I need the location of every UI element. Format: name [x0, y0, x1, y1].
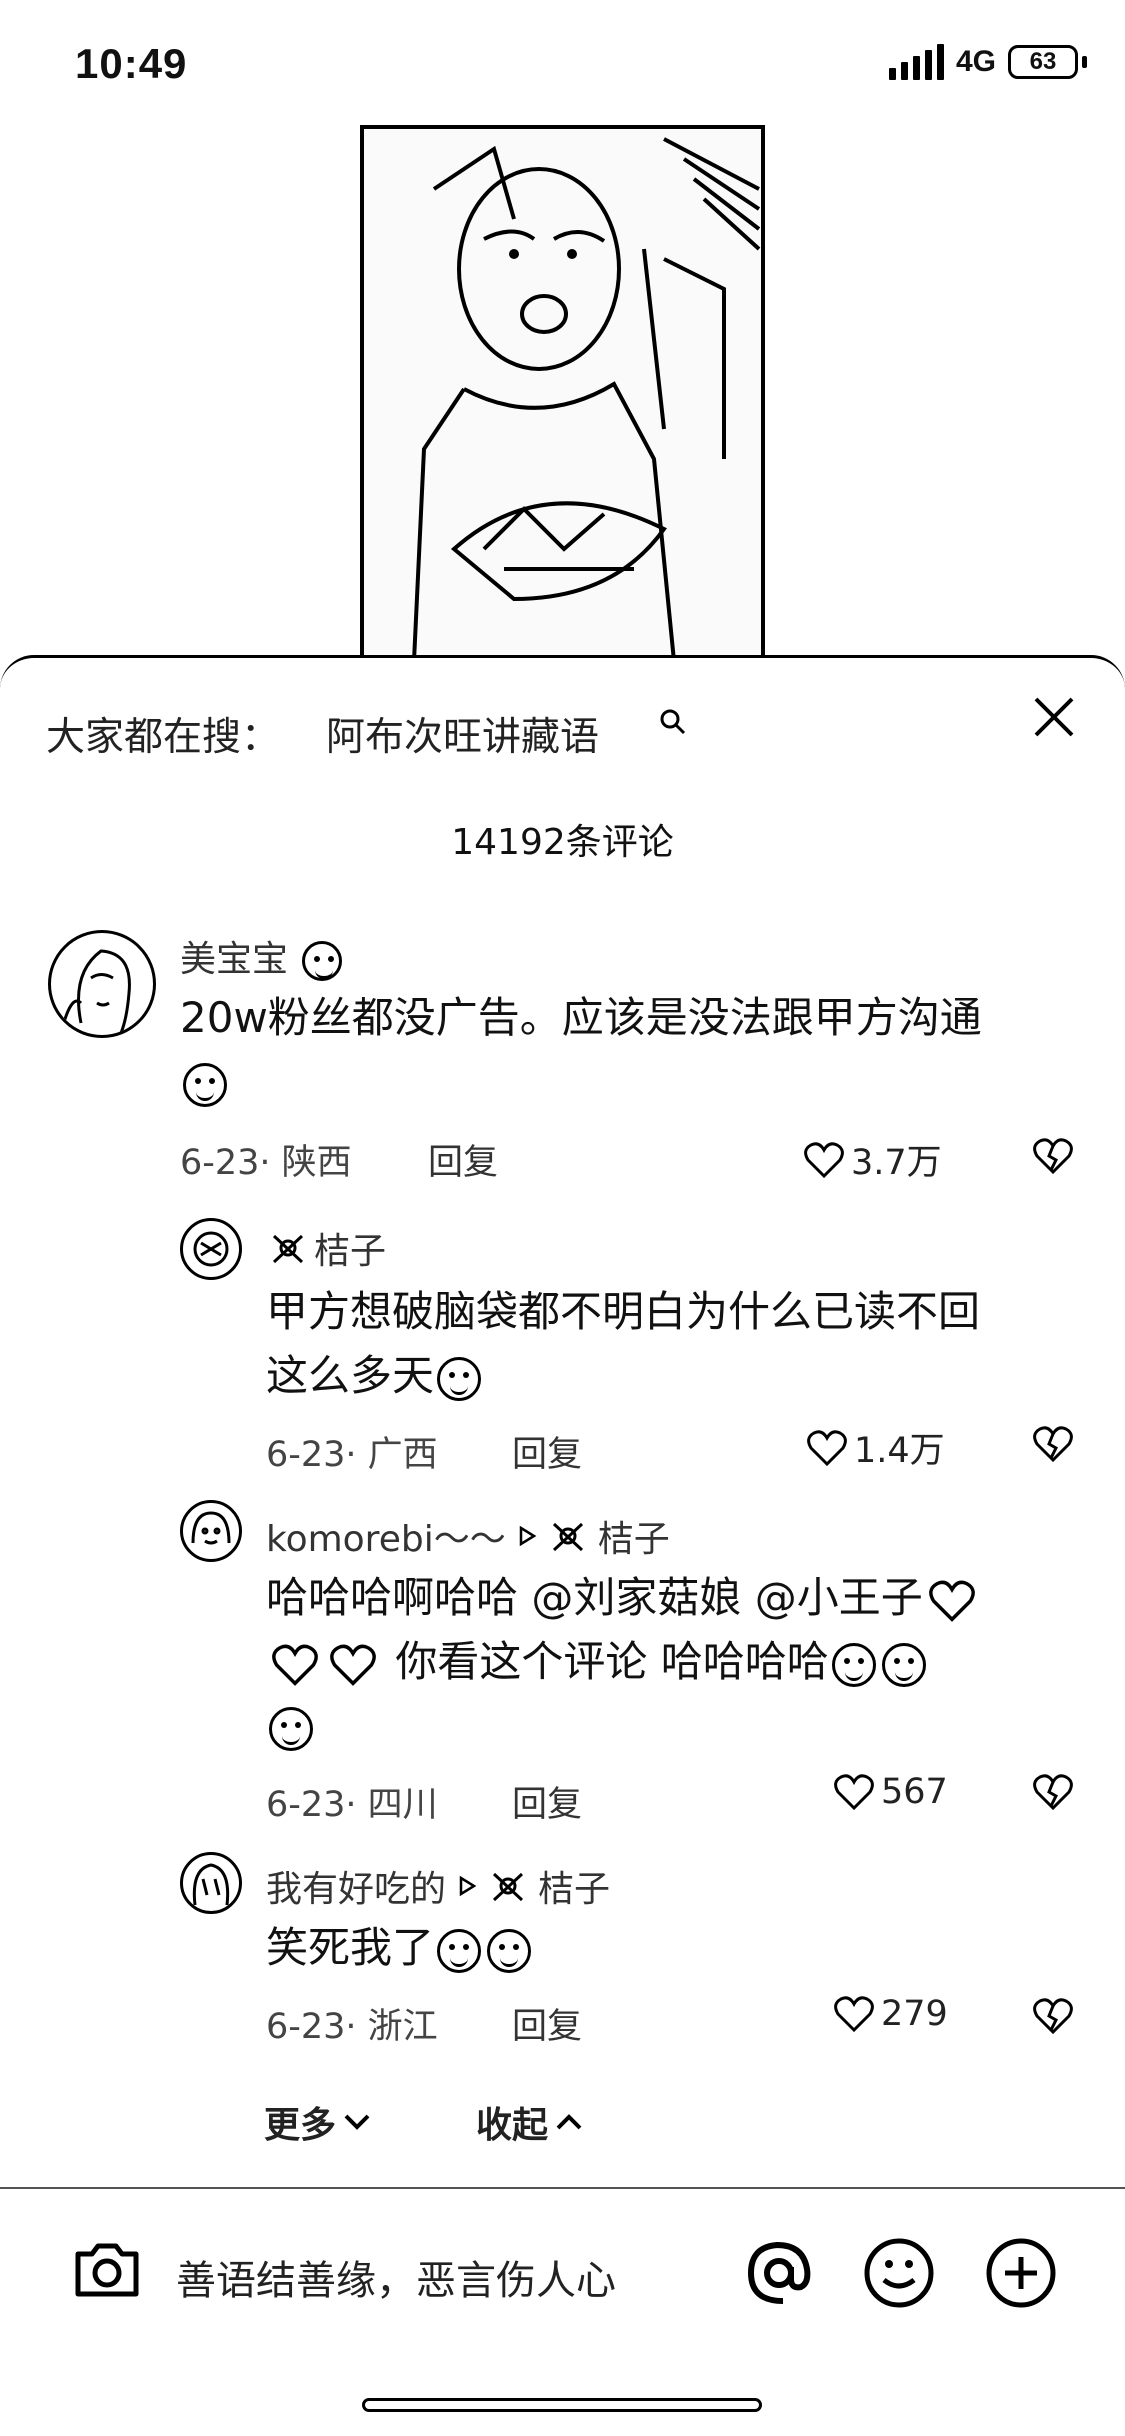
laugh-icon [183, 1062, 227, 1107]
add-icon[interactable] [984, 2236, 1058, 2310]
comment-text-body: 笑死我了 [266, 1923, 435, 1972]
comment-username[interactable]: komorebi～～ 桔子 [266, 1510, 670, 1562]
laugh-icon [881, 1642, 926, 1687]
avatar-image [59, 949, 131, 1034]
avatar-image [192, 1863, 230, 1906]
avatar[interactable] [180, 1852, 242, 1914]
signal-icon [888, 44, 944, 80]
home-indicator[interactable] [362, 2398, 762, 2412]
avatar[interactable] [180, 1500, 242, 1562]
comment-input[interactable]: 善语结善缘，恶言伤人心 [176, 2248, 616, 2306]
comment-text-body: 20w粉丝都没广告。应该是没法跟甲方沟通 [180, 993, 982, 1042]
network-type: 4G [955, 45, 996, 78]
avatar[interactable] [180, 1218, 242, 1280]
comment-count: 14192条评论 [451, 822, 674, 863]
avatar[interactable] [48, 930, 156, 1038]
status-indicators: 4G 63 [888, 44, 1087, 80]
dislike-icon[interactable] [1032, 1424, 1074, 1464]
heart-icon [807, 1429, 847, 1466]
laugh-icon [269, 1706, 313, 1751]
comment-date-location: 6-23· 浙江 [266, 2007, 438, 2047]
more-label: 更多 [264, 2105, 337, 2146]
badge-icon [552, 1522, 583, 1552]
search-suggest-term[interactable]: 阿布次旺讲藏语 [326, 706, 599, 762]
like-count: 3.7万 [851, 1143, 942, 1183]
comment-username[interactable]: 我有好吃的 桔子 [266, 1860, 610, 1912]
camera-icon[interactable] [72, 2240, 142, 2300]
reply-arrow-icon [459, 1875, 477, 1897]
comment-text: 笑死我了 [266, 1916, 1066, 1980]
username-text: komorebi～～ [266, 1519, 506, 1560]
like-button[interactable]: 3.7万 [803, 1134, 942, 1185]
comment-date-location: 6-23· 广西 [266, 1435, 438, 1475]
like-count: 1.4万 [854, 1431, 945, 1471]
comment-username[interactable]: 美宝宝 [180, 930, 345, 982]
reply-button[interactable]: 回复 [428, 1134, 498, 1185]
like-button[interactable]: 567 [833, 1772, 948, 1812]
reply-to-username: 桔子 [538, 1869, 611, 1910]
heart-icon [834, 1996, 874, 2033]
comment-text-line: 甲方想破脑袋都不明白为什么已读不回 [266, 1287, 981, 1336]
smiley-icon [302, 941, 343, 981]
reply-button[interactable]: 回复 [512, 1426, 582, 1477]
username-text: 桔子 [314, 1231, 387, 1272]
battery-icon: 63 [1008, 45, 1078, 79]
input-divider [0, 2187, 1125, 2189]
avatar-image [193, 1231, 229, 1267]
comment-text-line: 这么多天 [266, 1351, 435, 1400]
search-suggest-prefix: 大家都在搜： [46, 715, 281, 760]
reply-button[interactable]: 回复 [512, 1776, 582, 1827]
battery-tip [1082, 56, 1087, 68]
like-count: 567 [881, 1772, 948, 1812]
chevron-down-icon [344, 2114, 370, 2130]
more-replies-button[interactable]: 更多 [264, 2096, 372, 2148]
comment-text: 甲方想破脑袋都不明白为什么已读不回 这么多天 [266, 1280, 1066, 1408]
avatar-image [191, 1511, 231, 1545]
search-icon[interactable] [657, 707, 689, 739]
comment-text: 哈哈哈啊哈哈 @刘家菇娘 @小王子 你看这个评论 哈哈哈哈 [266, 1566, 1066, 1758]
video-thumbnail[interactable] [360, 125, 765, 665]
emoji-icon[interactable] [862, 2236, 936, 2310]
laugh-icon [831, 1642, 876, 1687]
at-icon[interactable] [743, 2237, 815, 2309]
username-text: 美宝宝 [180, 939, 289, 980]
reply-arrow-icon [519, 1525, 537, 1547]
dislike-icon[interactable] [1032, 1772, 1074, 1812]
comment-text-line: 哈哈哈啊哈哈 @刘家菇娘 @小王子 [266, 1573, 923, 1622]
laugh-icon [487, 1928, 532, 1973]
heart-emoji-icon [330, 1644, 376, 1686]
badge-icon [272, 1234, 304, 1264]
comment-text: 20w粉丝都没广告。应该是没法跟甲方沟通 [180, 986, 1080, 1114]
comment-date-location: 6-23· 四川 [266, 1785, 438, 1825]
video-frame-illustration [412, 137, 761, 661]
heart-icon [834, 1774, 874, 1811]
comment-username[interactable]: 桔子 [268, 1222, 386, 1274]
like-button[interactable]: 279 [833, 1994, 948, 2034]
heart-icon [804, 1141, 844, 1178]
reply-to-username: 桔子 [597, 1519, 670, 1560]
close-icon[interactable] [1030, 693, 1078, 741]
like-button[interactable]: 1.4万 [806, 1422, 945, 1473]
battery-level: 63 [1029, 48, 1057, 75]
dislike-icon[interactable] [1032, 1136, 1074, 1176]
badge-icon [492, 1872, 524, 1902]
username-text: 我有好吃的 [266, 1869, 447, 1910]
laugh-icon [437, 1928, 482, 1973]
heart-emoji-icon [272, 1644, 318, 1686]
status-time: 10:49 [75, 40, 188, 87]
heart-emoji-icon [928, 1580, 975, 1622]
chevron-up-icon [556, 2114, 582, 2130]
reply-button[interactable]: 回复 [512, 1998, 582, 2049]
collapse-label: 收起 [476, 2105, 549, 2146]
collapse-replies-button[interactable]: 收起 [476, 2096, 584, 2148]
dislike-icon[interactable] [1032, 1996, 1074, 2036]
comment-text-line: 你看这个评论 哈哈哈哈 [395, 1637, 829, 1686]
comment-date-location: 6-23· 陕西 [180, 1143, 352, 1183]
smirk-icon [437, 1356, 482, 1401]
like-count: 279 [881, 1994, 948, 2034]
